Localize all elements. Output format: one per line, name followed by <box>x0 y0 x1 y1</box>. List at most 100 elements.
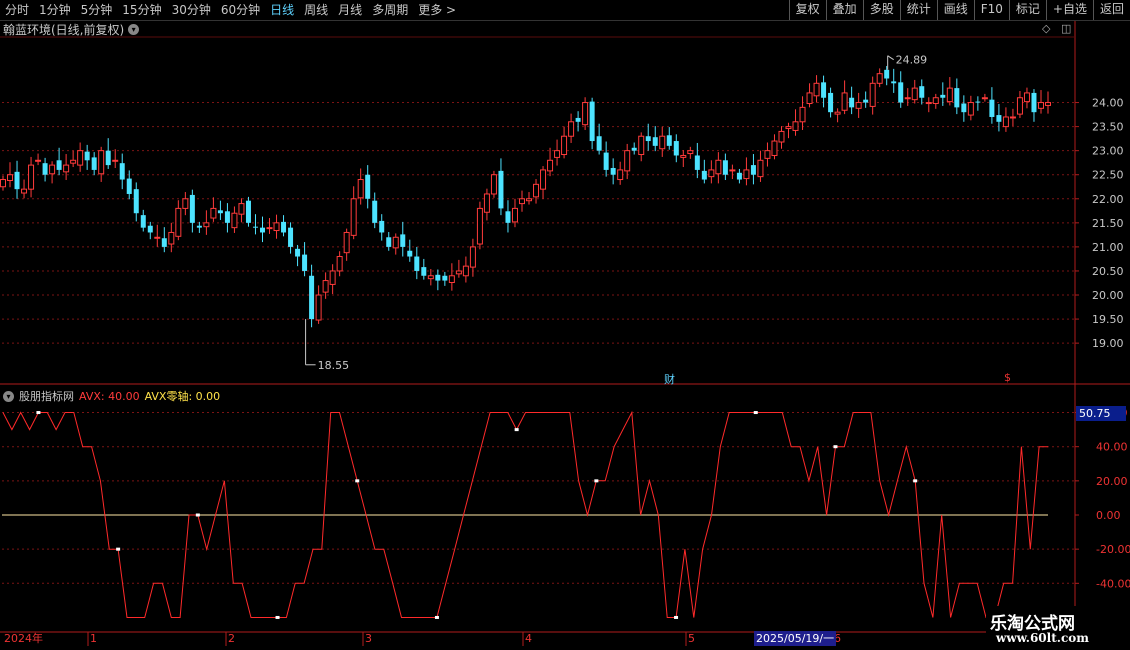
candle-body-down <box>996 115 1002 122</box>
price-tick-label: 21.50 <box>1092 217 1124 230</box>
candle-body-up <box>329 270 336 285</box>
candle-body-down <box>498 170 504 209</box>
candle-body-up <box>757 159 764 178</box>
price-tick-label: 22.50 <box>1092 169 1124 182</box>
candle-body-up <box>743 169 750 180</box>
candle-body-down <box>217 210 223 214</box>
watermark: 乐淘公式网 www.60lt.com <box>986 606 1130 650</box>
candle-body-up <box>771 140 778 156</box>
candle-body-down <box>14 171 20 190</box>
candle-body-up <box>876 73 883 84</box>
date-year-label: 2024年 <box>4 632 43 645</box>
candle-body-down <box>84 151 90 161</box>
candle-body-up <box>476 207 483 245</box>
candle-body-up <box>238 203 245 215</box>
event-cai-marker[interactable]: 财 <box>664 371 675 387</box>
candle-body-up <box>981 97 988 100</box>
candle-body-up <box>21 188 28 194</box>
candle-body-up <box>526 198 533 202</box>
candle-body-down <box>91 157 97 170</box>
candle-body-down <box>954 88 960 108</box>
avx-marker <box>913 479 918 483</box>
candle-body-down <box>421 267 427 276</box>
candle-body-up <box>792 121 799 131</box>
candle-body-up <box>680 154 687 158</box>
indicator-tick-label: -40.00 <box>1096 577 1130 590</box>
candle-body-up <box>469 246 476 268</box>
avx-marker <box>434 615 439 619</box>
candle-body-down <box>56 160 62 170</box>
candle-body-up <box>350 198 357 236</box>
candle-body-up <box>182 198 189 209</box>
candle-body-down <box>673 141 679 156</box>
candle-body-down <box>379 220 385 233</box>
candle-body-up <box>911 87 918 101</box>
candle-body-down <box>105 150 111 166</box>
candle-body-up <box>687 150 694 155</box>
candle-body-up <box>7 174 14 181</box>
high-price-label: 24.89 <box>896 54 928 67</box>
candle-body-down <box>821 82 827 98</box>
candle-body-up <box>806 92 813 105</box>
indicator-tick-label: 20.00 <box>1096 475 1128 488</box>
candle-body-up <box>708 169 715 178</box>
candle-body-up <box>841 92 848 111</box>
candle-body-down <box>828 92 834 113</box>
event-dollar-marker[interactable]: $ <box>1004 371 1011 384</box>
candle-body-down <box>414 256 420 271</box>
candle-body-up <box>175 207 182 237</box>
candle-body-up <box>729 169 736 172</box>
candle-body-up <box>455 270 462 275</box>
avx-marker <box>674 615 679 619</box>
candle-body-up <box>273 222 280 232</box>
candle-body-down <box>989 99 995 117</box>
candle-body-down <box>610 167 616 175</box>
candle-body-up <box>448 275 455 284</box>
candle-body-down <box>722 160 728 175</box>
candle-body-down <box>631 147 637 151</box>
date-month-label: 1 <box>90 632 97 645</box>
candle-body-up <box>315 294 322 321</box>
candle-body-up <box>1023 92 1030 103</box>
candle-body-down <box>281 221 287 233</box>
candle-body-up <box>266 227 273 230</box>
candle-body-down <box>161 238 167 247</box>
candle-body-up <box>518 198 525 205</box>
candle-body-down <box>863 99 869 103</box>
candle-body-down <box>975 101 981 103</box>
avx-marker <box>594 479 599 483</box>
candle-body-up <box>343 231 350 254</box>
candle-body-down <box>295 248 301 257</box>
current-value-box: 50.75 <box>1076 406 1126 421</box>
candle-body-down <box>1031 92 1037 113</box>
price-tick-label: 22.00 <box>1092 193 1124 206</box>
candle-body-up <box>392 236 399 249</box>
candle-body-up <box>813 82 820 97</box>
candle-body-up <box>834 111 841 115</box>
candle-body-down <box>126 178 132 194</box>
candle-body-up <box>98 150 105 175</box>
candle-body-down <box>575 117 581 122</box>
candle-body-up <box>77 150 84 166</box>
candle-body-down <box>750 165 756 175</box>
candle-body-down <box>224 211 230 223</box>
date-month-label: 5 <box>688 632 695 645</box>
avx-marker <box>355 479 360 483</box>
candle-body-up <box>0 179 6 188</box>
candle-body-down <box>645 136 651 142</box>
candle-body-down <box>505 211 511 223</box>
date-month-label: 2 <box>228 632 235 645</box>
candle-body-up <box>869 82 876 107</box>
candle-body-up <box>231 212 238 229</box>
candle-body-up <box>112 159 119 162</box>
candle-body-up <box>210 207 217 219</box>
candle-body-down <box>302 254 308 271</box>
candle-body-down <box>140 215 146 228</box>
candle-body-down <box>589 101 595 142</box>
chart-canvas[interactable]: 19.0019.5020.0020.5021.0021.5022.0022.50… <box>0 0 1130 650</box>
candle-body-down <box>961 103 967 113</box>
candle-body-up <box>715 159 722 175</box>
candle-body-up <box>63 164 70 173</box>
candle-body-up <box>617 169 624 181</box>
candle-body-up <box>799 106 806 123</box>
